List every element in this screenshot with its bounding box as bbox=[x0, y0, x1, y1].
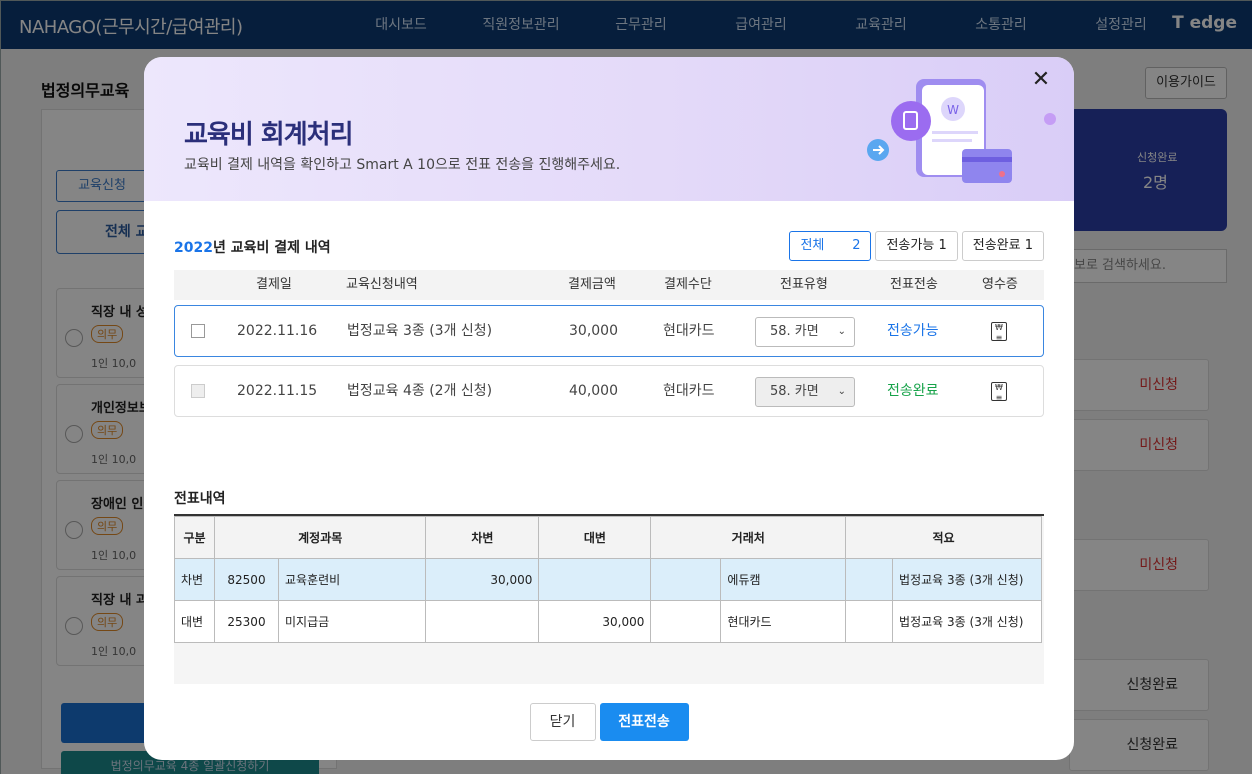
journal-row[interactable]: 차변 82500 교육훈련비 30,000 에듀캠 법정교육 3종 (3개 신청… bbox=[174, 558, 1042, 601]
payment-section-title: 2022년 교육비 결제 내역 bbox=[174, 240, 331, 256]
chevron-down-icon: ⌄ bbox=[837, 386, 846, 397]
filter-all[interactable]: 전체 2 bbox=[789, 231, 872, 261]
chevron-down-icon: ⌄ bbox=[837, 326, 846, 337]
close-icon[interactable]: ✕ bbox=[1030, 69, 1052, 91]
receipt-icon[interactable]: ₩ ≡ bbox=[991, 322, 1007, 342]
filter-group: 전체 2 전송가능 1 전송완료 1 bbox=[789, 231, 1044, 261]
receipt-illustration-icon: W bbox=[867, 79, 1056, 183]
voucher-type-select[interactable]: 58. 카면 ⌄ bbox=[755, 317, 855, 347]
modal-footer: 닫기 전표전송 bbox=[144, 703, 1074, 741]
modal-title: 교육비 회계처리 bbox=[184, 120, 353, 150]
payment-table-header: 결제일 교육신청내역 결제금액 결제수단 전표유형 전표전송 영수증 bbox=[174, 270, 1044, 300]
row-checkbox[interactable] bbox=[191, 384, 205, 398]
modal-subtitle: 교육비 결제 내역을 확인하고 Smart A 10으로 전표 전송을 진행해주… bbox=[184, 157, 621, 173]
svg-text:W: W bbox=[947, 103, 959, 117]
voucher-type-select[interactable]: 58. 카면 ⌄ bbox=[755, 377, 855, 407]
journal-title: 전표내역 bbox=[174, 491, 226, 507]
send-status: 전송완료 bbox=[887, 383, 939, 399]
journal-row[interactable]: 대변 25300 미지급금 30,000 현대카드 법정교육 3종 (3개 신청… bbox=[174, 600, 1042, 643]
payment-row[interactable]: 2022.11.16 법정교육 3종 (3개 신청) 30,000 현대카드 5… bbox=[174, 305, 1044, 357]
send-voucher-button[interactable]: 전표전송 bbox=[599, 703, 689, 741]
close-button[interactable]: 닫기 bbox=[529, 703, 596, 741]
journal-table: 구분 계정과목 차변 대변 거래처 적요 차변 82500 교육훈련비 30,0… bbox=[174, 514, 1044, 684]
payment-row[interactable]: 2022.11.15 법정교육 4종 (2개 신청) 40,000 현대카드 5… bbox=[174, 365, 1044, 417]
accounting-modal: 교육비 회계처리 교육비 결제 내역을 확인하고 Smart A 10으로 전표… bbox=[144, 57, 1074, 760]
row-checkbox[interactable] bbox=[191, 324, 205, 338]
filter-sent[interactable]: 전송완료 1 bbox=[961, 231, 1044, 261]
filter-sendable[interactable]: 전송가능 1 bbox=[875, 231, 958, 261]
receipt-icon[interactable]: ₩ ≡ bbox=[991, 382, 1007, 402]
send-status: 전송가능 bbox=[887, 323, 939, 339]
modal-header: 교육비 회계처리 교육비 결제 내역을 확인하고 Smart A 10으로 전표… bbox=[144, 57, 1074, 201]
